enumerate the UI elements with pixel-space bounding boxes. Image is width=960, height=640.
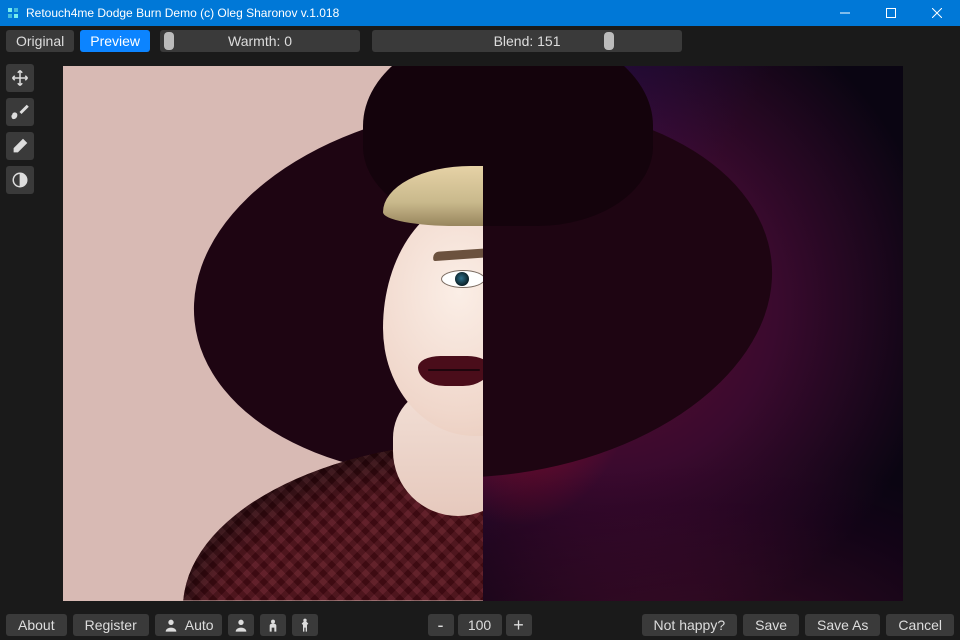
app-icon xyxy=(6,6,20,20)
full-body-button[interactable] xyxy=(292,614,318,636)
auto-label: Auto xyxy=(185,617,214,633)
register-button[interactable]: Register xyxy=(73,614,149,636)
side-toolbar xyxy=(0,56,40,610)
brush-tool[interactable] xyxy=(6,98,34,126)
eraser-tool[interactable] xyxy=(6,132,34,160)
blend-thumb[interactable] xyxy=(604,32,614,50)
warmth-slider[interactable]: Warmth: 0 xyxy=(160,30,360,52)
half-body-button[interactable] xyxy=(260,614,286,636)
canvas-wrap xyxy=(40,56,960,610)
contrast-tool[interactable] xyxy=(6,166,34,194)
half-body-icon xyxy=(265,617,281,633)
original-toggle[interactable]: Original xyxy=(6,30,74,52)
close-button[interactable] xyxy=(914,0,960,26)
not-happy-button[interactable]: Not happy? xyxy=(642,614,738,636)
zoom-value[interactable]: 100 xyxy=(458,614,502,636)
warmth-thumb[interactable] xyxy=(164,32,174,50)
zoom-in-button[interactable]: + xyxy=(506,614,532,636)
cancel-button[interactable]: Cancel xyxy=(886,614,954,636)
image-canvas[interactable] xyxy=(63,66,903,601)
move-tool[interactable] xyxy=(6,64,34,92)
preview-toggle[interactable]: Preview xyxy=(80,30,150,52)
window-title: Retouch4me Dodge Burn Demo (c) Oleg Shar… xyxy=(26,6,822,20)
titlebar: Retouch4me Dodge Burn Demo (c) Oleg Shar… xyxy=(0,0,960,26)
minimize-button[interactable] xyxy=(822,0,868,26)
top-toolbar: Original Preview Warmth: 0 Blend: 151 xyxy=(0,26,960,56)
bottom-bar: About Register Auto - 100 + Not happy? S… xyxy=(0,610,960,640)
about-button[interactable]: About xyxy=(6,614,67,636)
app-window: Retouch4me Dodge Burn Demo (c) Oleg Shar… xyxy=(0,0,960,640)
window-controls xyxy=(822,0,960,26)
save-as-button[interactable]: Save As xyxy=(805,614,880,636)
person-icon xyxy=(163,617,179,633)
full-body-icon xyxy=(297,617,313,633)
single-person-button[interactable] xyxy=(228,614,254,636)
main-area xyxy=(0,56,960,610)
blend-slider[interactable]: Blend: 151 xyxy=(372,30,682,52)
zoom-controls: - 100 + xyxy=(428,614,532,636)
person-icon xyxy=(233,617,249,633)
maximize-button[interactable] xyxy=(868,0,914,26)
auto-button[interactable]: Auto xyxy=(155,614,222,636)
save-button[interactable]: Save xyxy=(743,614,799,636)
zoom-out-button[interactable]: - xyxy=(428,614,454,636)
